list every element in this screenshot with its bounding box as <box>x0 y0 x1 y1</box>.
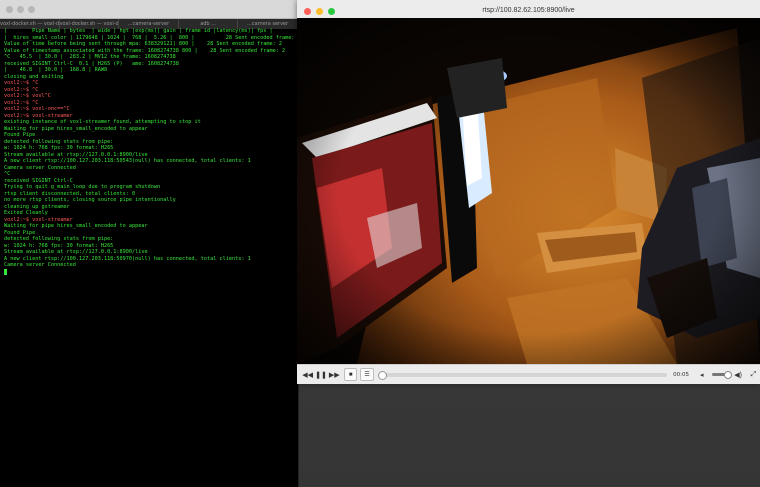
rewind-icon[interactable]: ◀◀ <box>301 369 314 381</box>
seek-handle[interactable] <box>377 370 387 380</box>
maximize-icon[interactable] <box>28 5 35 13</box>
seek-slider[interactable] <box>377 370 668 380</box>
terminal-line: | Pipe Name | bytes | wide | hgt |exp(ms… <box>4 28 273 34</box>
terminal-line: Value of time before being sent through … <box>4 41 282 47</box>
video-frame[interactable] <box>297 18 760 364</box>
fullscreen-icon[interactable]: ⤢ <box>747 369 760 381</box>
fast-forward-icon[interactable]: ▶▶ <box>328 369 341 381</box>
terminal-line: Camera server Connected <box>4 262 76 268</box>
volume-up-icon[interactable]: ◀) <box>731 369 744 381</box>
minimize-icon[interactable] <box>17 5 24 13</box>
stop-icon[interactable]: ■ <box>343 368 358 381</box>
vlc-window[interactable]: rtsp://100.82.62.105:8900/live ◀◀ ❚❚ ▶▶ … <box>297 0 760 384</box>
pause-icon[interactable]: ❚❚ <box>314 369 327 381</box>
playback-controls: ◀◀ ❚❚ ▶▶ ■ ☰ 00:05 ◂ ◀) ⤢ <box>297 364 760 384</box>
desktop: voxl-docker.sh — voxl-docker — voxl-cros… <box>0 0 760 487</box>
volume-down-icon[interactable]: ◂ <box>695 369 708 381</box>
terminal-window[interactable]: voxl-docker.sh — voxl-docker — voxl-cros… <box>0 0 299 487</box>
volume-slider[interactable] <box>712 371 733 379</box>
terminal-cursor <box>4 268 7 275</box>
close-icon[interactable] <box>6 5 13 13</box>
terminal-titlebar[interactable] <box>0 0 298 19</box>
elapsed-time: 00:05 <box>673 371 690 378</box>
playlist-icon[interactable]: ☰ <box>360 368 374 381</box>
camera-feed-image <box>297 18 760 364</box>
terminal-output[interactable]: | Pipe Name | bytes | wide | hgt |exp(ms… <box>4 28 296 487</box>
